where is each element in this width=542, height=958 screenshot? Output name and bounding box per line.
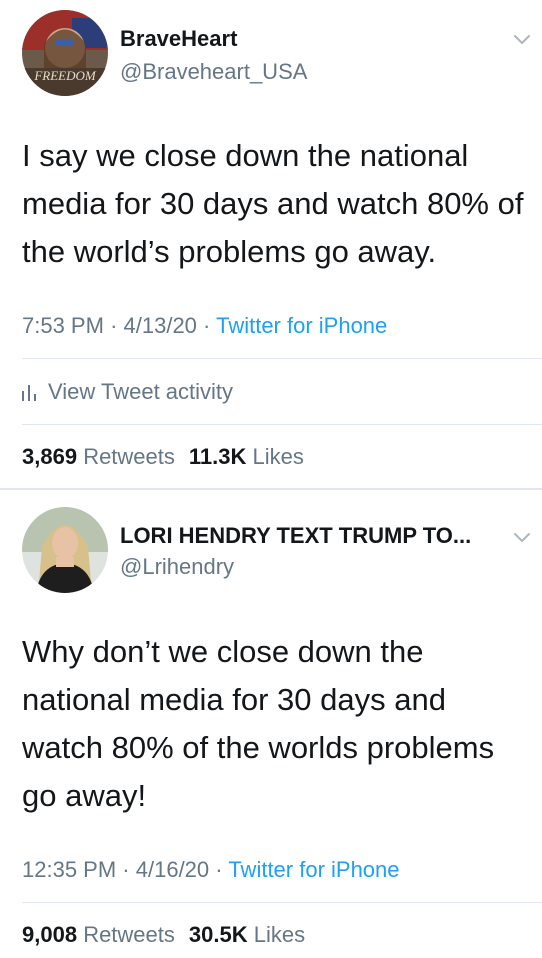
tweet-timestamp: 7:53 PM · 4/13/20 · Twitter for iPhone	[22, 313, 387, 339]
tweet-date: 4/13/20	[123, 313, 197, 338]
meta-separator: ·	[215, 857, 223, 882]
lori-hendry-avatar-image	[22, 507, 108, 593]
meta-separator: ·	[110, 313, 118, 338]
tweet-text: I say we close down the national media f…	[22, 138, 524, 269]
retweets-count: 9,008	[22, 922, 78, 947]
tweet-text: Why don’t we close down the national med…	[22, 634, 495, 813]
braveheart-avatar-image: FREEDOM	[22, 10, 108, 96]
chevron-down-icon[interactable]	[512, 530, 532, 544]
retweets-count: 3,869	[22, 444, 78, 469]
likes-label: Likes	[253, 922, 306, 947]
retweets-label: Retweets	[83, 444, 175, 469]
divider	[22, 902, 542, 903]
tweet-time: 12:35 PM	[22, 857, 117, 882]
likes-stat[interactable]: 11.3K Likes	[189, 444, 304, 469]
retweets-label: Retweets	[83, 922, 175, 947]
tweet-source-link[interactable]: Twitter for iPhone	[216, 313, 387, 338]
avatar-lori-hendry[interactable]	[22, 507, 108, 593]
meta-separator: ·	[203, 313, 211, 338]
divider	[22, 358, 542, 359]
tweet-date: 4/16/20	[135, 857, 210, 882]
display-name[interactable]: LORI HENDRY TEXT TRUMP TO...	[120, 523, 471, 549]
retweets-stat[interactable]: 3,869 Retweets	[22, 444, 175, 469]
tweet-timestamp: 12:35 PM · 4/16/20 · Twitter for iPhone	[22, 857, 400, 883]
tweet-stats: 3,869 Retweets 11.3K Likes	[22, 444, 304, 470]
tweet-time: 7:53 PM	[22, 313, 104, 338]
activity-label: View Tweet activity	[48, 379, 234, 404]
avatar-braveheart[interactable]: FREEDOM	[22, 10, 108, 96]
bar-chart-icon	[22, 385, 36, 401]
user-handle[interactable]: @Braveheart_USA	[120, 59, 307, 85]
chevron-down-icon[interactable]	[512, 32, 532, 46]
divider	[22, 424, 542, 425]
tweet-stats: 9,008 Retweets 30.5K Likes	[22, 922, 305, 948]
likes-count: 11.3K	[188, 444, 247, 469]
avatar-caption: FREEDOM	[33, 68, 97, 83]
tweet-lori-hendry: LORI HENDRY TEXT TRUMP TO... @Lrihendry …	[0, 490, 542, 958]
likes-count: 30.5K	[188, 922, 248, 947]
retweets-stat[interactable]: 9,008 Retweets	[22, 922, 175, 947]
display-name[interactable]: BraveHeart	[120, 26, 237, 52]
user-handle[interactable]: @Lrihendry	[120, 554, 234, 580]
view-tweet-activity-link[interactable]: View Tweet activity	[22, 379, 233, 405]
tweet-braveheart: FREEDOM BraveHeart @Braveheart_USA I say…	[0, 0, 542, 488]
likes-label: Likes	[252, 444, 304, 469]
tweet-source-link[interactable]: Twitter for iPhone	[228, 857, 399, 882]
likes-stat[interactable]: 30.5K Likes	[189, 922, 305, 947]
meta-separator: ·	[122, 857, 130, 882]
